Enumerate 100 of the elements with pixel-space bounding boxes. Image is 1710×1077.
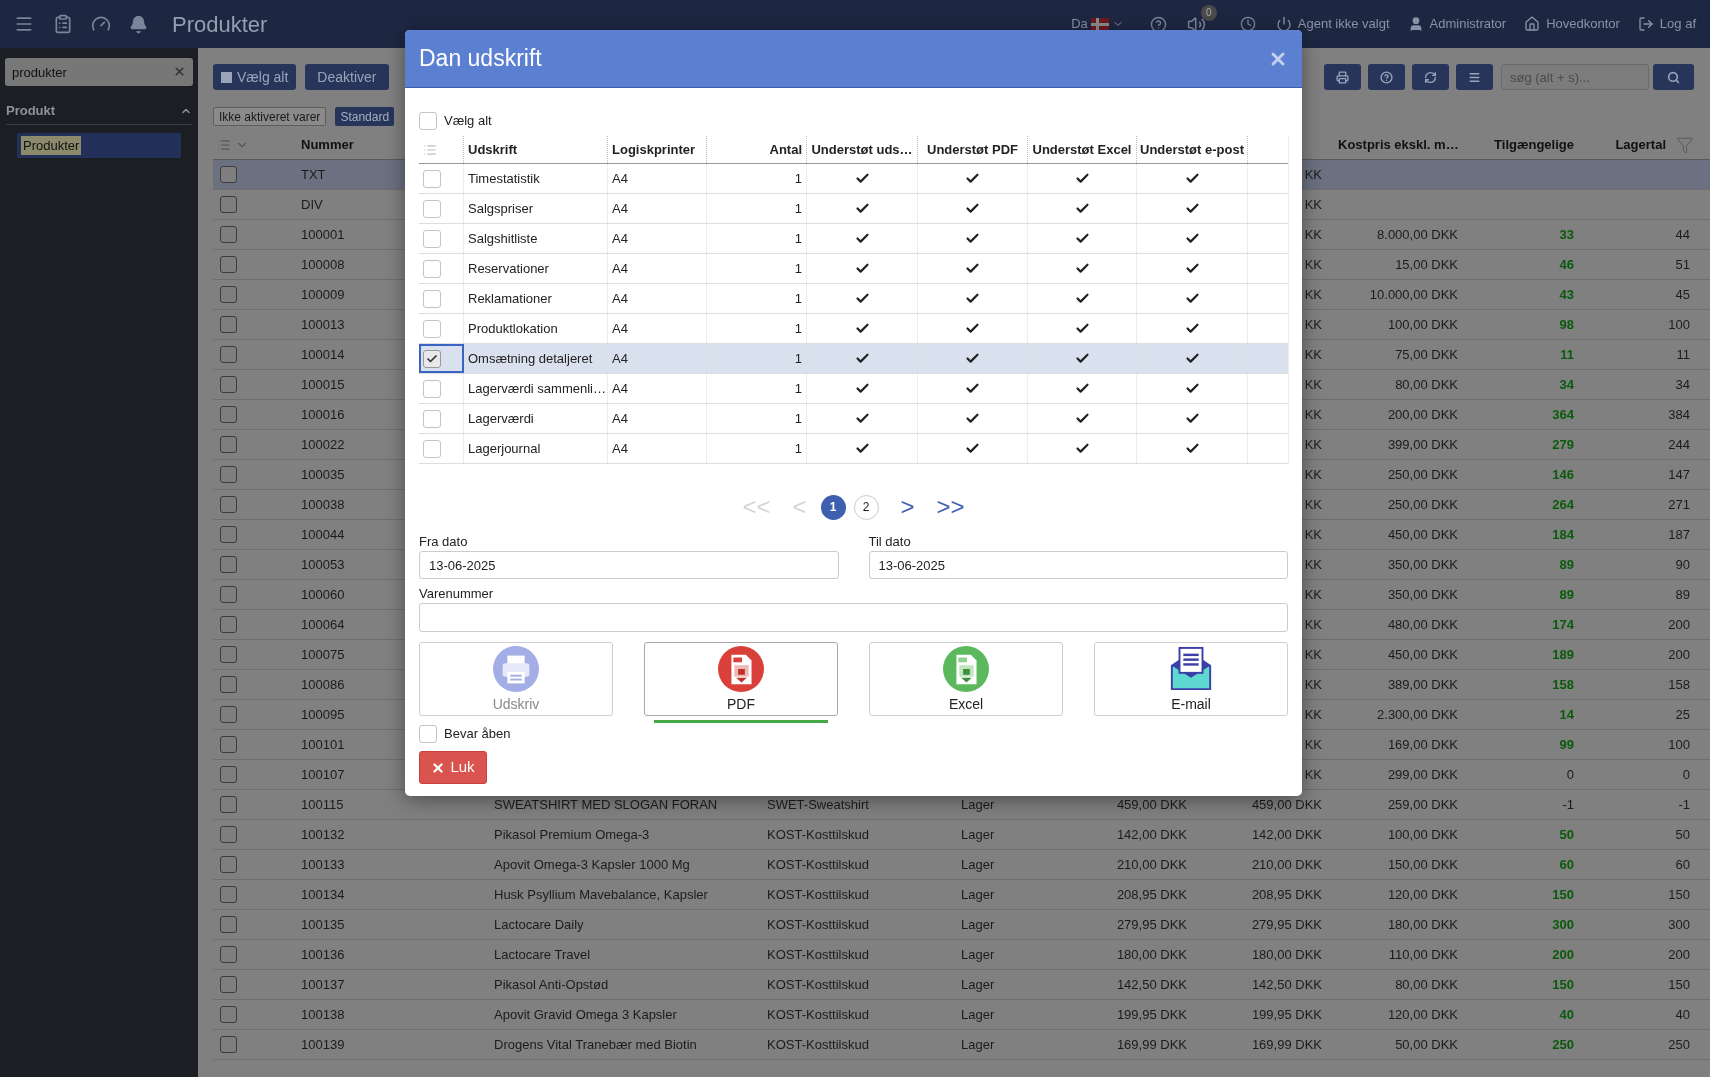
checkbox[interactable] xyxy=(220,1006,237,1023)
checkbox[interactable] xyxy=(220,346,237,363)
checkbox[interactable] xyxy=(220,916,237,933)
table-row[interactable]: 100133 Apovit Omega-3 Kapsler 1000 Mg KOST-Kosttilskud Lager 210,00 DKK 210,00 DKK 150,00 DKK 60 60 xyxy=(213,850,1710,880)
table-cell: 100135 xyxy=(301,916,345,932)
checkbox[interactable] xyxy=(220,196,237,213)
checkbox[interactable] xyxy=(220,496,237,513)
list-icon[interactable] xyxy=(53,14,73,34)
checkbox[interactable] xyxy=(220,856,237,873)
table-row[interactable]: Lagerjournal A4 1 xyxy=(419,434,1288,464)
checkbox[interactable] xyxy=(220,736,237,753)
column-header[interactable]: Understøt e-post xyxy=(1137,136,1248,163)
table-row[interactable]: 100135 Lactocare Daily KOST-Kosttilskud Lager 279,95 DKK 279,95 DKK 180,00 DKK 300 300 xyxy=(213,910,1710,940)
checkbox[interactable] xyxy=(220,316,237,333)
table-row[interactable]: 100134 Husk Psyllium Mavebalance, Kapsler KOST-Kosttilskud Lager 208,95 DKK 208,95 DKK 120,00 DKK 150 150 xyxy=(213,880,1710,910)
page-button[interactable]: 1 xyxy=(820,494,846,520)
column-header[interactable]: Understøt PDF xyxy=(918,136,1028,163)
help-icon[interactable] xyxy=(1149,15,1167,33)
checkbox[interactable] xyxy=(220,526,237,543)
checkbox[interactable] xyxy=(220,406,237,423)
column-header[interactable]: Understøt Excel xyxy=(1028,136,1137,163)
logout-button[interactable]: Log af xyxy=(1637,14,1696,34)
column-header[interactable]: Kostpris ekskl. m… xyxy=(1330,134,1466,155)
filter-icon[interactable] xyxy=(1676,135,1694,154)
input-field[interactable] xyxy=(419,603,1288,632)
checkbox[interactable] xyxy=(220,796,237,813)
checkbox[interactable] xyxy=(220,886,237,903)
table-row[interactable]: Salgspriser A4 1 xyxy=(419,194,1288,224)
checkbox[interactable] xyxy=(220,166,237,183)
column-header[interactable]: Tilgængelige xyxy=(1466,134,1582,155)
table-row[interactable]: 100137 Pikasol Anti-Opstød KOST-Kosttilskud Lager 142,50 DKK 142,50 DKK 80,00 DKK 150 150 xyxy=(213,970,1710,1000)
close-button[interactable]: Luk xyxy=(419,751,487,784)
table-row[interactable]: Reklamationer A4 1 xyxy=(419,284,1288,314)
table-cell: KOST-Kosttilskud xyxy=(767,856,869,872)
table-row[interactable]: Timestatistik A4 1 xyxy=(419,164,1288,194)
next-page-button[interactable]: > xyxy=(900,489,915,525)
clear-icon[interactable] xyxy=(173,65,186,78)
user-button[interactable]: Administrator xyxy=(1407,14,1507,34)
table-cell: 100136 xyxy=(301,946,345,962)
table-row[interactable]: Lagerværdi A4 1 xyxy=(419,404,1288,434)
page-button[interactable]: 2 xyxy=(853,494,879,520)
last-page-button[interactable]: >> xyxy=(936,489,965,525)
table-row[interactable]: Salgshitliste A4 1 xyxy=(419,224,1288,254)
table-row[interactable]: Reservationer A4 1 xyxy=(419,254,1288,284)
checkbox[interactable] xyxy=(220,616,237,633)
menu-button[interactable] xyxy=(1456,64,1493,90)
export-button[interactable]: PDF xyxy=(644,642,838,716)
search-button[interactable] xyxy=(1653,64,1694,90)
checkbox[interactable] xyxy=(220,676,237,693)
date-field[interactable]: 13-06-2025 xyxy=(419,551,839,579)
table-row[interactable]: 100138 Apovit Gravid Omega 3 Kapsler KOST-Kosttilskud Lager 199,95 DKK 199,95 DKK 120,00 DKK 40 40 xyxy=(213,1000,1710,1030)
table-cell: Lager xyxy=(961,1036,995,1052)
gauge-icon[interactable] xyxy=(91,14,111,34)
column-menu-icon[interactable] xyxy=(217,137,231,152)
checkbox[interactable] xyxy=(220,586,237,603)
clock-icon[interactable] xyxy=(1239,16,1256,32)
help-button[interactable] xyxy=(1368,64,1405,90)
checkbox[interactable] xyxy=(220,556,237,573)
refresh-button[interactable] xyxy=(1412,64,1449,90)
select-all-button[interactable]: Vælg alt xyxy=(213,64,297,90)
checkbox[interactable] xyxy=(220,946,237,963)
checkbox[interactable] xyxy=(220,706,237,723)
menu-icon[interactable] xyxy=(14,14,34,34)
table-row[interactable]: 100139 Drogens Vital Tranebær med Biotin KOST-Kosttilskud Lager 169,99 DKK 169,99 DKK 50,00 DKK 250 250 xyxy=(213,1030,1710,1060)
export-button[interactable]: Excel xyxy=(869,642,1063,716)
checkbox[interactable] xyxy=(220,466,237,483)
checkbox[interactable] xyxy=(423,349,441,368)
search-field[interactable]: produkter xyxy=(5,58,193,86)
column-header[interactable]: Antal xyxy=(707,136,807,163)
checkbox[interactable] xyxy=(220,646,237,663)
checkbox[interactable] xyxy=(220,1036,237,1053)
table-row[interactable]: 100136 Lactocare Travel KOST-Kosttilskud Lager 180,00 DKK 180,00 DKK 110,00 DKK 200 200 xyxy=(213,940,1710,970)
column-menu-icon[interactable] xyxy=(423,142,437,157)
bell-icon[interactable] xyxy=(129,14,148,34)
sidebar-item[interactable]: Produkter xyxy=(17,133,181,158)
checkbox[interactable] xyxy=(220,286,237,303)
table-row[interactable]: Omsætning detaljeret A4 1 xyxy=(419,344,1288,374)
agent-button[interactable]: Agent ikke valgt xyxy=(1275,14,1390,34)
table-row[interactable]: Lagerværdi sammenli… A4 1 xyxy=(419,374,1288,404)
column-header[interactable]: Udskrift xyxy=(464,136,608,163)
checkbox[interactable] xyxy=(220,226,237,243)
checkbox[interactable] xyxy=(220,376,237,393)
table-row[interactable]: 100132 Pikasol Premium Omega-3 KOST-Kosttilskud Lager 142,00 DKK 142,00 DKK 100,00 DKK 50 50 xyxy=(213,820,1710,850)
checkbox[interactable] xyxy=(220,766,237,783)
filter-tag[interactable]: Standard xyxy=(335,107,395,126)
section-header[interactable]: Produkt xyxy=(6,101,192,125)
filter-tag[interactable]: Ikke aktiveret varer xyxy=(213,107,327,126)
column-header[interactable]: Logiskprinter xyxy=(608,136,707,163)
column-header[interactable]: Lagertal xyxy=(1615,134,1666,155)
export-button[interactable]: E-mail xyxy=(1094,642,1288,716)
print-button[interactable] xyxy=(1324,64,1361,90)
checkbox[interactable] xyxy=(220,436,237,453)
date-field[interactable]: 13-06-2025 xyxy=(868,551,1288,579)
column-header[interactable]: Understøt uds… xyxy=(807,136,918,163)
checkbox[interactable] xyxy=(220,976,237,993)
checkbox[interactable] xyxy=(220,826,237,843)
table-row[interactable]: Produktlokation A4 1 xyxy=(419,314,1288,344)
location-button[interactable]: Hovedkontor xyxy=(1524,14,1620,34)
deactivate-button[interactable]: Deaktiver xyxy=(305,64,389,90)
checkbox[interactable] xyxy=(220,256,237,273)
